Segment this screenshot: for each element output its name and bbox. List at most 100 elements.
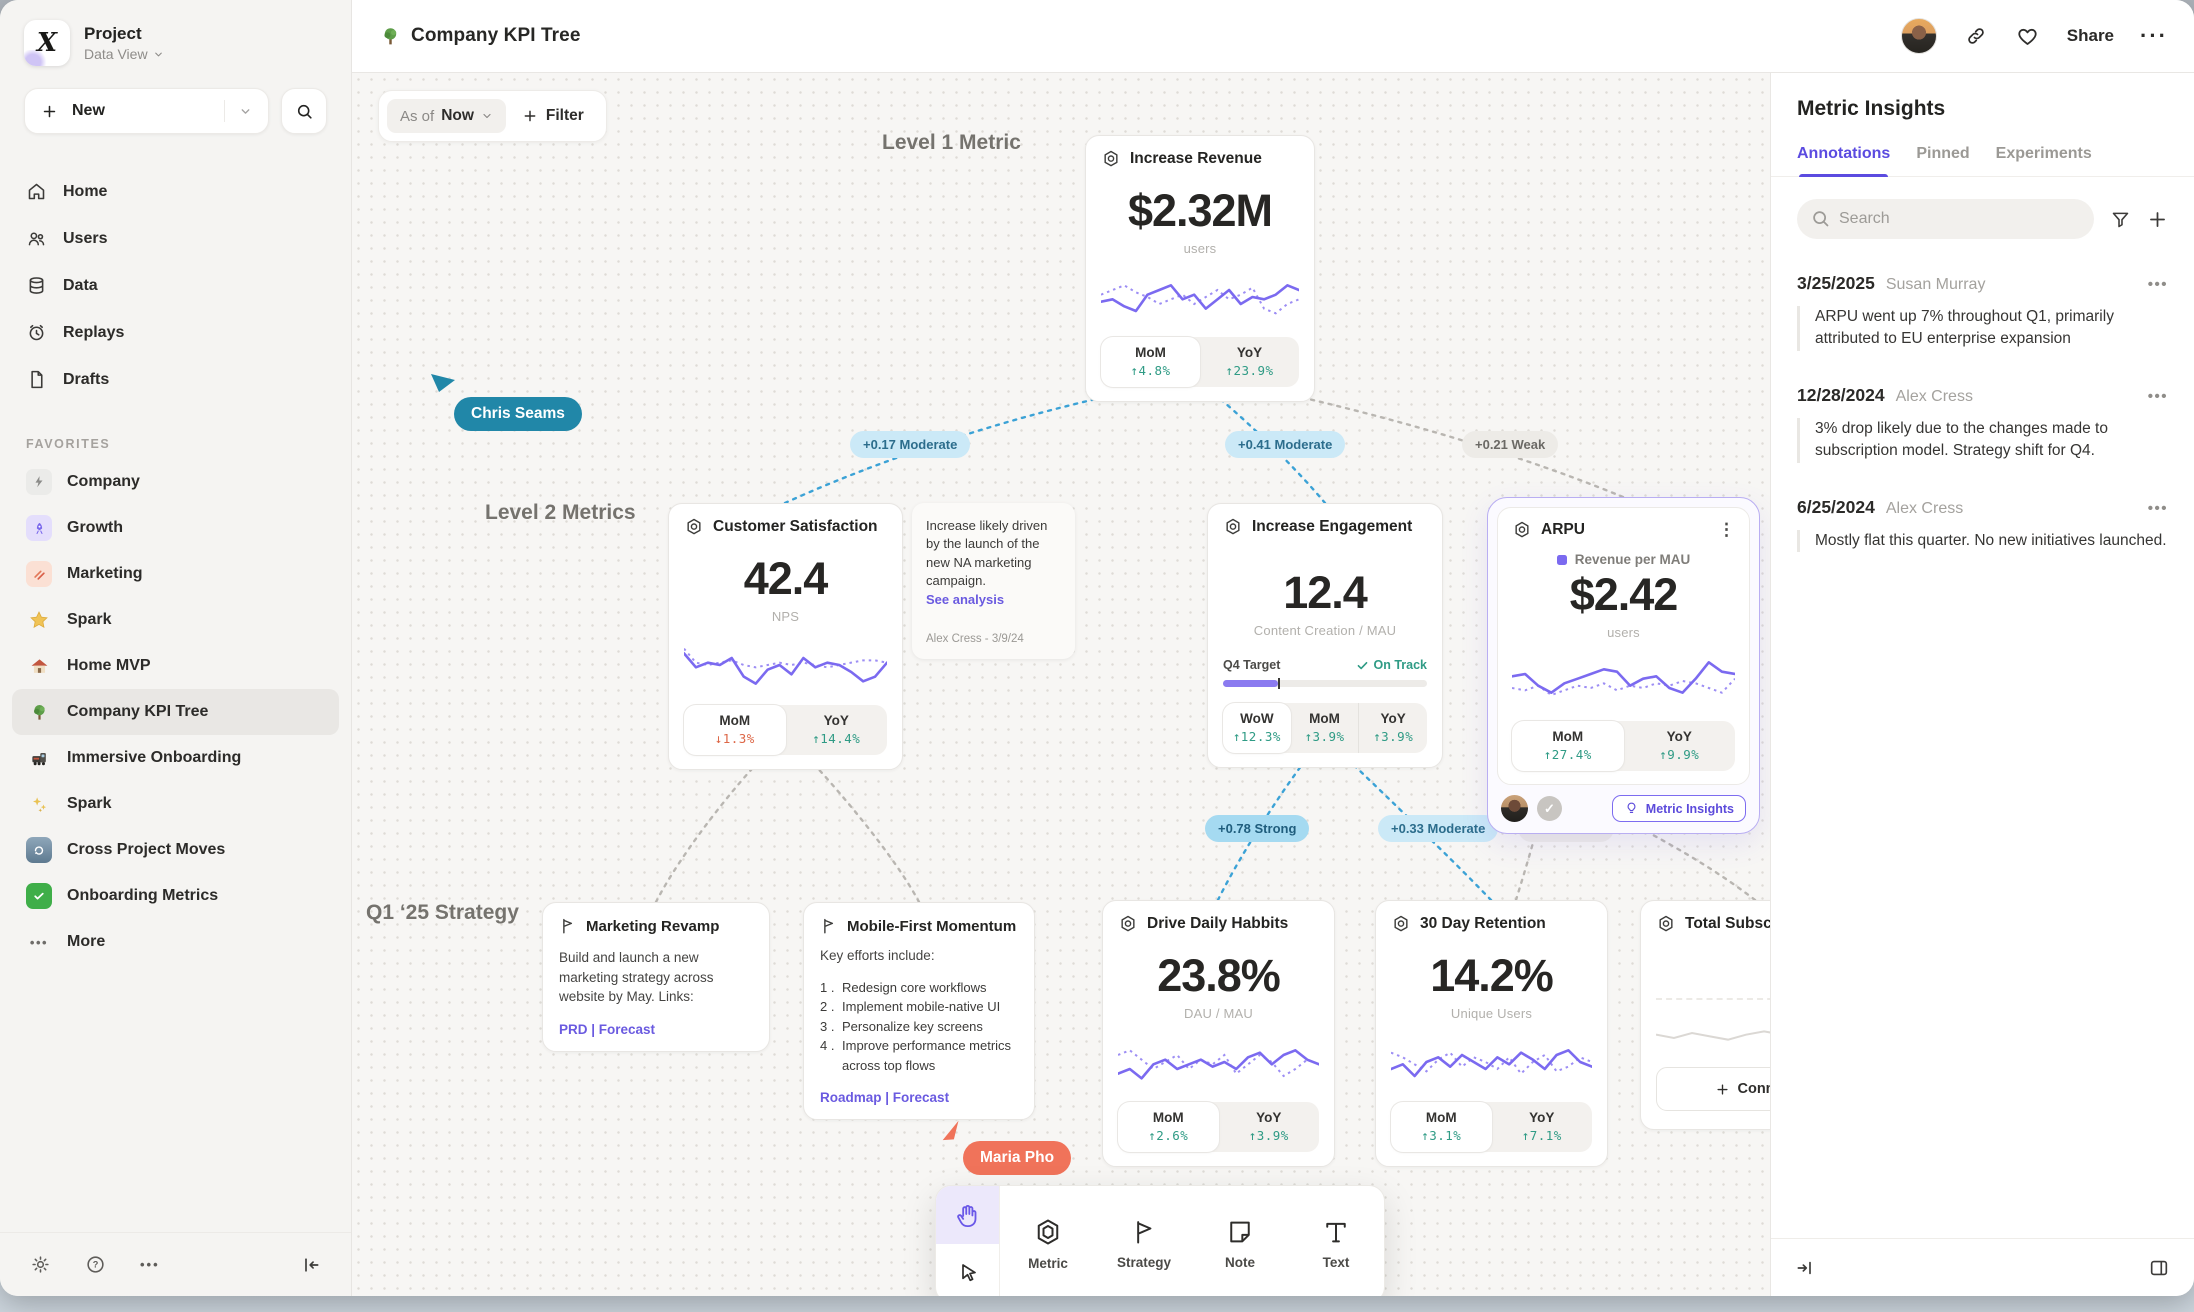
strategy-card-marketing-revamp[interactable]: Marketing Revamp Build and launch a new … — [542, 902, 770, 1052]
favorite-label: Onboarding Metrics — [67, 887, 218, 905]
sidebar-item-drafts[interactable]: Drafts — [12, 356, 339, 403]
annotation-menu-icon[interactable]: ••• — [2148, 388, 2168, 405]
project-logo: X — [24, 20, 70, 66]
metric-card-increase-engagement[interactable]: Increase Engagement 12.4 Content Creatio… — [1207, 503, 1443, 768]
more-options-icon[interactable]: ••• — [140, 1257, 160, 1272]
metric-card-increase-revenue[interactable]: Increase Revenue $2.32M users MoM ↑4.8% … — [1085, 135, 1315, 402]
sidebar-item-data[interactable]: Data — [12, 262, 339, 309]
metric-card-30-day-retention[interactable]: 30 Day Retention 14.2% Unique Users MoM … — [1375, 900, 1608, 1167]
sparkline-chart-faint — [1656, 1013, 1770, 1053]
chevron-down-icon[interactable] — [239, 105, 252, 118]
timeframe-value: Now — [441, 107, 474, 125]
metric-stats: WoW ↑12.3% MoM ↑3.9% YoY ↑3.9% — [1223, 703, 1427, 753]
as-of-label: As of — [400, 108, 434, 125]
sidebar-footer: ? ••• — [0, 1232, 351, 1296]
correlation-badge: +0.21 Weak — [1462, 431, 1558, 458]
copy-link-icon[interactable] — [1963, 23, 1989, 49]
pencils-icon — [26, 561, 52, 587]
annotation-menu-icon[interactable]: ••• — [2148, 276, 2168, 293]
more-label: More — [67, 933, 105, 951]
strategy-card-mobile-first[interactable]: Mobile-First Momentum Key efforts includ… — [803, 902, 1035, 1120]
metric-value: 42.4 — [684, 553, 887, 605]
stat-mom: MoM ↑4.8% — [1101, 337, 1200, 387]
sidebar: X Project Data View New — [0, 0, 352, 1296]
sidebar-item-users[interactable]: Users — [12, 215, 339, 262]
annotation-item[interactable]: 12/28/2024 Alex Cress ••• 3% drop likely… — [1771, 385, 2194, 463]
tab-pinned[interactable]: Pinned — [1916, 145, 1969, 176]
more-menu-icon[interactable]: ··· — [2140, 31, 2168, 41]
metric-insights-badge[interactable]: Metric Insights — [1612, 795, 1746, 822]
filter-button[interactable]: Filter — [514, 107, 598, 125]
panel-title: Metric Insights — [1771, 73, 2194, 121]
strategy-intro: Key efforts include: — [820, 946, 1018, 966]
favorite-onboarding-metrics[interactable]: Onboarding Metrics — [12, 873, 339, 919]
new-button[interactable]: New — [24, 88, 269, 134]
card-menu-icon[interactable]: ⋮ — [1718, 523, 1735, 537]
favorite-growth[interactable]: Growth — [12, 505, 339, 551]
favorite-company-kpi-tree[interactable]: Company KPI Tree — [12, 689, 339, 735]
sidebar-search-button[interactable] — [281, 88, 327, 134]
tool-label: Text — [1323, 1255, 1350, 1270]
metric-card-arpu-selected[interactable]: ARPU ⋮ Revenue per MAU $2.42 users MoM ↑… — [1487, 497, 1760, 834]
metric-card-total-subscriptions[interactable]: Total Subscript Connect — [1640, 900, 1770, 1130]
connect-button[interactable]: Connect — [1656, 1067, 1770, 1111]
sidebar-item-replays[interactable]: Replays — [12, 309, 339, 356]
see-analysis-link[interactable]: See analysis — [926, 592, 1061, 607]
collapse-panel-icon[interactable] — [1795, 1258, 1815, 1278]
help-icon[interactable]: ? — [85, 1254, 106, 1275]
tool-label: Metric — [1028, 1256, 1068, 1271]
share-button[interactable]: Share — [2067, 26, 2114, 46]
favorite-spark-2[interactable]: Spark — [12, 781, 339, 827]
annotation-item[interactable]: 3/25/2025 Susan Murray ••• ARPU went up … — [1771, 273, 2194, 351]
cursor-name-label: Chris Seams — [454, 397, 582, 431]
note-author: Alex Cress - 3/9/24 — [926, 633, 1061, 645]
annotation-menu-icon[interactable]: ••• — [2148, 500, 2168, 517]
favorite-company[interactable]: Company — [12, 459, 339, 505]
annotation-item[interactable]: 6/25/2024 Alex Cress ••• Mostly flat thi… — [1771, 497, 2194, 552]
sparkline-chart — [684, 637, 887, 693]
favorite-label: Cross Project Moves — [67, 841, 225, 859]
strategy-tool-button[interactable]: Strategy — [1096, 1186, 1192, 1296]
strategy-links[interactable]: Roadmap | Forecast — [820, 1090, 1018, 1105]
project-switcher[interactable]: X Project Data View — [0, 0, 351, 72]
kpi-tree-canvas[interactable]: As of Now Filter Level 1 Metric Level 2 … — [352, 73, 1770, 1296]
metric-card-customer-satisfaction[interactable]: Customer Satisfaction 42.4 NPS MoM ↓1.3%… — [668, 503, 903, 770]
filter-funnel-icon[interactable] — [2110, 209, 2131, 230]
favorite-heart-icon[interactable] — [2015, 23, 2041, 49]
metric-value: $2.32M — [1101, 185, 1299, 237]
as-of-selector[interactable]: As of Now — [387, 99, 506, 133]
favorite-home-mvp[interactable]: Home MVP — [12, 643, 339, 689]
user-avatar[interactable] — [1901, 18, 1937, 54]
metric-card-drive-daily-habits[interactable]: Drive Daily Habbits 23.8% DAU / MAU MoM … — [1102, 900, 1335, 1167]
metric-tool-button[interactable]: Metric — [1000, 1186, 1096, 1296]
favorite-spark[interactable]: Spark — [12, 597, 339, 643]
database-icon — [26, 275, 47, 296]
annotations-search-input[interactable] — [1797, 199, 2094, 239]
settings-gear-icon[interactable] — [30, 1254, 51, 1275]
split-view-icon[interactable] — [2148, 1257, 2170, 1279]
favorite-marketing[interactable]: Marketing — [12, 551, 339, 597]
favorite-immersive-onboarding[interactable]: Immersive Onboarding — [12, 735, 339, 781]
strategy-links[interactable]: PRD | Forecast — [559, 1022, 753, 1037]
metric-title: ARPU — [1541, 521, 1585, 539]
sidebar-item-home[interactable]: Home — [12, 168, 339, 215]
note-tool-button[interactable]: Note — [1192, 1186, 1288, 1296]
tab-experiments[interactable]: Experiments — [1996, 145, 2092, 176]
on-track-status: On Track — [1356, 658, 1428, 672]
metric-unit: Content Creation / MAU — [1223, 623, 1427, 638]
tab-annotations[interactable]: Annotations — [1797, 145, 1890, 176]
cursor-name-label: Maria Pho — [963, 1141, 1071, 1175]
stat-mom: MoM ↑2.6% — [1118, 1102, 1219, 1152]
annotation-note-card[interactable]: Increase likely driven by the launch of … — [912, 503, 1075, 659]
hand-tool-button[interactable] — [936, 1186, 999, 1244]
select-tool-button[interactable] — [936, 1244, 999, 1296]
text-tool-button[interactable]: Text — [1288, 1186, 1384, 1296]
metric-hexagon-icon — [1033, 1217, 1063, 1247]
favorite-cross-project-moves[interactable]: Cross Project Moves — [12, 827, 339, 873]
collapse-sidebar-icon[interactable] — [301, 1255, 321, 1275]
favorites-more[interactable]: ••• More — [12, 919, 339, 965]
text-icon — [1322, 1218, 1350, 1246]
add-annotation-icon[interactable] — [2147, 209, 2168, 230]
stat-yoy: YoY ↑9.9% — [1624, 721, 1736, 771]
flag-icon — [559, 917, 577, 935]
